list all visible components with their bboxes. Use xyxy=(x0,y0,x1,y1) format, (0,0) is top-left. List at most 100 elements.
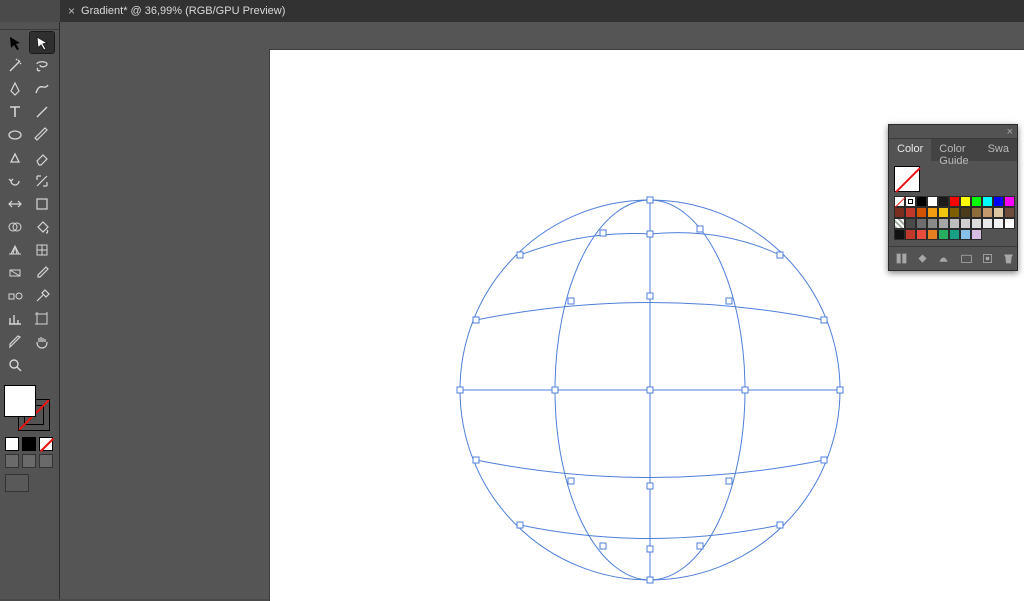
free-transform-tool[interactable] xyxy=(30,193,54,214)
direct-selection-tool[interactable] xyxy=(30,32,54,53)
swatch[interactable] xyxy=(938,229,949,240)
swatch[interactable] xyxy=(971,218,982,229)
width-tool[interactable] xyxy=(3,193,27,214)
artwork-globe-wireframe[interactable] xyxy=(450,190,850,593)
swatch[interactable] xyxy=(938,218,949,229)
swatch[interactable] xyxy=(982,218,993,229)
shaper-tool[interactable] xyxy=(3,147,27,168)
swatch[interactable] xyxy=(905,207,916,218)
gradient-tool[interactable] xyxy=(3,262,27,283)
pen-tool[interactable] xyxy=(3,78,27,99)
curvature-tool[interactable] xyxy=(30,78,54,99)
color-panel[interactable]: × Color Color Guide Swa xyxy=(888,124,1018,271)
rotate-tool[interactable] xyxy=(3,170,27,191)
toolbox-grip[interactable] xyxy=(0,22,59,30)
artboard-tool-icon xyxy=(34,311,50,327)
swatch[interactable] xyxy=(894,207,905,218)
swatch[interactable] xyxy=(993,196,1004,207)
perspective-grid-tool[interactable] xyxy=(3,239,27,260)
type-tool[interactable] xyxy=(3,101,27,122)
swatch[interactable] xyxy=(971,229,982,240)
swatch[interactable] xyxy=(905,218,916,229)
swatch[interactable] xyxy=(1004,218,1015,229)
color-mode-color[interactable] xyxy=(5,437,19,451)
swatch[interactable] xyxy=(916,196,927,207)
swatch[interactable] xyxy=(960,229,971,240)
swatch[interactable] xyxy=(894,196,905,207)
panel-close-icon[interactable]: × xyxy=(1007,126,1013,138)
swatch[interactable] xyxy=(960,207,971,218)
symbol-sprayer-tool[interactable] xyxy=(30,285,54,306)
ellipse-tool[interactable] xyxy=(3,124,27,145)
shape-builder-tool[interactable] xyxy=(3,216,27,237)
line-segment-tool[interactable] xyxy=(30,101,54,122)
swatch[interactable] xyxy=(949,196,960,207)
zoom-tool[interactable] xyxy=(3,354,27,375)
document-tab[interactable]: × Gradient* @ 36,99% (RGB/GPU Preview) xyxy=(60,0,295,22)
swatch[interactable] xyxy=(949,218,960,229)
swatch[interactable] xyxy=(971,207,982,218)
scale-tool[interactable] xyxy=(30,170,54,191)
gradient-tool-icon xyxy=(7,265,23,281)
swatch[interactable] xyxy=(916,218,927,229)
panel-tab-color-guide[interactable]: Color Guide xyxy=(931,139,979,161)
swatch[interactable] xyxy=(905,229,916,240)
column-graph-tool[interactable] xyxy=(3,308,27,329)
swatch[interactable] xyxy=(1004,196,1015,207)
swatch[interactable] xyxy=(927,207,938,218)
eyedropper-tool[interactable] xyxy=(30,262,54,283)
draw-normal[interactable] xyxy=(5,454,19,468)
delete-swatch-icon[interactable] xyxy=(1002,252,1015,265)
draw-inside[interactable] xyxy=(39,454,53,468)
live-paint-bucket-tool[interactable] xyxy=(30,216,54,237)
panel-tab-swatches[interactable]: Swa xyxy=(980,139,1017,161)
show-kinds-icon[interactable] xyxy=(916,252,929,265)
swatch[interactable] xyxy=(949,207,960,218)
panel-tabs: Color Color Guide Swa xyxy=(889,139,1017,161)
swatch[interactable] xyxy=(938,207,949,218)
blend-tool[interactable] xyxy=(3,285,27,306)
current-fill-stroke[interactable] xyxy=(894,166,920,192)
mesh-tool[interactable] xyxy=(30,239,54,260)
paintbrush-tool[interactable] xyxy=(30,124,54,145)
panel-tab-color[interactable]: Color xyxy=(889,139,931,161)
lasso-tool[interactable] xyxy=(30,55,54,76)
swatch[interactable] xyxy=(916,229,927,240)
new-color-group-icon[interactable] xyxy=(960,252,973,265)
swatch[interactable] xyxy=(905,196,916,207)
draw-behind[interactable] xyxy=(22,454,36,468)
fill-swatch[interactable] xyxy=(4,385,36,417)
magic-wand-tool[interactable] xyxy=(3,55,27,76)
swatch[interactable] xyxy=(894,218,905,229)
swatch[interactable] xyxy=(960,218,971,229)
hand-tool[interactable] xyxy=(30,331,54,352)
swatch[interactable] xyxy=(949,229,960,240)
new-swatch-icon[interactable] xyxy=(981,252,994,265)
workspace xyxy=(60,22,1024,599)
close-tab-icon[interactable]: × xyxy=(68,4,75,18)
swatch[interactable] xyxy=(894,229,905,240)
swatch[interactable] xyxy=(993,207,1004,218)
selection-tool[interactable] xyxy=(3,32,27,53)
color-mode-gradient[interactable] xyxy=(22,437,36,451)
slice-tool[interactable] xyxy=(3,331,27,352)
swatch[interactable] xyxy=(938,196,949,207)
swatch[interactable] xyxy=(971,196,982,207)
swatch[interactable] xyxy=(982,207,993,218)
swatch[interactable] xyxy=(993,218,1004,229)
screen-mode-button[interactable] xyxy=(5,474,29,492)
swatch[interactable] xyxy=(1004,207,1015,218)
swatch[interactable] xyxy=(927,229,938,240)
artboard-tool[interactable] xyxy=(30,308,54,329)
swatch[interactable] xyxy=(927,218,938,229)
swatch[interactable] xyxy=(960,196,971,207)
color-mode-none[interactable] xyxy=(39,437,53,451)
fill-stroke-control[interactable] xyxy=(4,385,50,431)
eraser-tool[interactable] xyxy=(30,147,54,168)
swatch[interactable] xyxy=(916,207,927,218)
panel-titlebar[interactable]: × xyxy=(889,125,1017,139)
swatch[interactable] xyxy=(982,196,993,207)
swatch[interactable] xyxy=(927,196,938,207)
swatch-options-icon[interactable] xyxy=(937,252,950,265)
swatch-libraries-icon[interactable] xyxy=(895,252,908,265)
